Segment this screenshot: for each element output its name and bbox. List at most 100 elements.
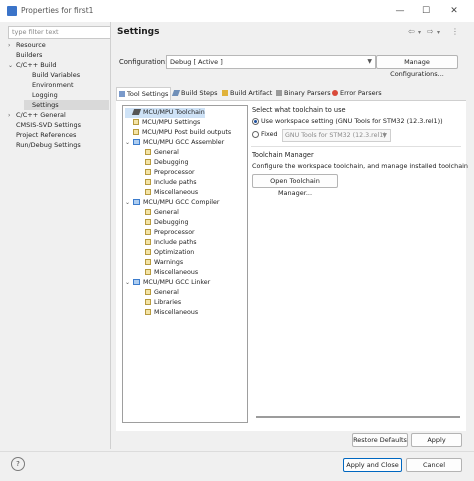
tool-tree-item-label: Miscellaneous	[154, 189, 199, 196]
tool-tree-item[interactable]: Debugging	[145, 158, 188, 168]
page-title: Settings	[117, 27, 160, 37]
tool-tree-item[interactable]: ⌄ MCU/MPU GCC Assembler	[125, 138, 224, 148]
option-page-icon	[145, 239, 151, 245]
tool-tree-item-label: Preprocessor	[154, 169, 195, 176]
tool-tree-item[interactable]: Optimization	[145, 248, 194, 258]
tool-settings-tree[interactable]: MCU/MPU Toolchain MCU/MPU Settings MCU/MPU…	[122, 105, 248, 423]
footer-divider	[0, 451, 474, 452]
tab-tool-settings[interactable]: Tool Settings	[116, 87, 172, 100]
horizontal-scrollbar[interactable]	[256, 416, 460, 418]
chevron-down-icon: ▼	[367, 58, 372, 65]
tree-item[interactable]: Environment	[24, 80, 109, 90]
tree-item-label: CMSIS-SVD Settings	[16, 121, 81, 129]
error-parsers-icon	[332, 90, 338, 96]
filter-input[interactable]: type filter text	[8, 26, 111, 39]
tool-tree-item[interactable]: MCU/MPU Toolchain	[125, 108, 205, 118]
tab-binary-parsers[interactable]: Binary Parsers	[274, 87, 333, 99]
tool-tree-item-label: MCU/MPU Toolchain	[143, 109, 205, 116]
tree-item[interactable]: Project References	[8, 130, 109, 140]
more-options-icon[interactable]: ⋮	[451, 27, 459, 36]
fixed-toolchain-radio[interactable]	[252, 131, 259, 138]
close-window-button[interactable]: ✕	[444, 4, 464, 18]
apply-and-close-button[interactable]: Apply and Close	[343, 458, 402, 472]
tool-tree-item[interactable]: General	[145, 208, 179, 218]
tool-tree-item[interactable]: Preprocessor	[145, 228, 195, 238]
apply-button[interactable]: Apply	[411, 433, 462, 447]
restore-defaults-button[interactable]: Restore Defaults	[352, 433, 408, 447]
property-page-tree: › Resource Builders ⌄ C/C++ Build Build Varia…	[8, 40, 109, 450]
maximize-button[interactable]: ☐	[416, 4, 436, 18]
fixed-toolchain-select[interactable]: GNU Tools for STM32 (12.3.rel1) ▼	[282, 129, 391, 142]
tree-item[interactable]: Run/Debug Settings	[8, 140, 109, 150]
tree-item[interactable]: › C/C++ General	[8, 110, 109, 120]
option-page-icon	[145, 209, 151, 215]
minimize-button[interactable]: —	[390, 4, 410, 18]
tab-build-artifact[interactable]: Build Artifact	[220, 87, 274, 99]
tree-item[interactable]: Build Variables	[24, 70, 109, 80]
toolchain-manager-description: Configure the workspace toolchain, and m…	[252, 162, 468, 170]
tree-item[interactable]: › Resource	[8, 40, 109, 50]
tab-build-steps[interactable]: Build Steps	[171, 87, 220, 99]
tool-tree-item-label: Debugging	[154, 219, 189, 226]
tool-tree-item-label: Optimization	[154, 249, 195, 256]
tool-tree-item[interactable]: MCU/MPU Post build outputs	[125, 128, 231, 138]
option-page-icon	[145, 149, 151, 155]
tree-item[interactable]: ⌄ C/C++ Build	[8, 60, 109, 70]
tool-tree-item[interactable]: MCU/MPU Settings	[125, 118, 200, 128]
forward-menu-icon[interactable]: ▾	[437, 29, 440, 36]
tool-tree-item-label: General	[154, 209, 179, 216]
tree-item-label: Resource	[16, 41, 46, 49]
build-artifact-icon	[222, 90, 228, 96]
tool-tree-item[interactable]: Warnings	[145, 258, 183, 268]
tree-item[interactable]: Logging	[24, 90, 109, 100]
tool-tree-item[interactable]: General	[145, 148, 179, 158]
chevron-down-icon: ▼	[382, 132, 387, 139]
option-page-icon	[145, 289, 151, 295]
option-page-icon	[145, 189, 151, 195]
tree-item[interactable]: Builders	[8, 50, 109, 60]
open-toolchain-manager-button[interactable]: Open Toolchain Manager...	[252, 174, 338, 197]
cancel-button[interactable]: Cancel	[406, 458, 462, 472]
chevron-down-icon[interactable]: ⌄	[125, 138, 133, 148]
settings-tabs: Tool Settings Build Steps Build Artifact…	[116, 87, 466, 100]
help-icon[interactable]: ?	[11, 457, 25, 471]
tool-tree-item-label: MCU/MPU Settings	[142, 119, 201, 126]
option-page-icon	[145, 159, 151, 165]
tool-tree-item[interactable]: Miscellaneous	[145, 308, 198, 318]
tool-tree-item[interactable]: Include paths	[145, 238, 197, 248]
chevron-down-icon[interactable]: ⌄	[125, 198, 133, 208]
option-page-icon	[133, 119, 139, 125]
workspace-toolchain-radio[interactable]	[252, 118, 259, 125]
tool-tree-item[interactable]: Miscellaneous	[145, 188, 198, 198]
tree-item[interactable]: Settings	[24, 100, 109, 110]
tool-tree-item[interactable]: Debugging	[145, 218, 188, 228]
configuration-select[interactable]: Debug [ Active ] ▼	[166, 55, 376, 69]
tab-error-parsers[interactable]: Error Parsers	[330, 87, 384, 99]
tool-tree-item[interactable]: Include paths	[145, 178, 197, 188]
toolchain-icon	[131, 109, 142, 115]
tool-tree-item-label: Preprocessor	[154, 229, 195, 236]
tool-tree-item[interactable]: Libraries	[145, 298, 181, 308]
tool-tree-item[interactable]: Miscellaneous	[145, 268, 198, 278]
tool-tree-item[interactable]: ⌄ MCU/MPU GCC Linker	[125, 278, 210, 288]
tool-tree-item[interactable]: ⌄ MCU/MPU GCC Compiler	[125, 198, 219, 208]
tool-folder-icon	[133, 199, 140, 205]
toolchain-manager-title: Toolchain Manager	[252, 151, 314, 159]
tree-item[interactable]: CMSIS-SVD Settings	[8, 120, 109, 130]
option-page-icon	[145, 259, 151, 265]
back-icon[interactable]: ⇦	[408, 27, 415, 36]
tool-tree-item-label: MCU/MPU GCC Linker	[143, 279, 211, 286]
manage-configurations-button[interactable]: Manage Configurations...	[376, 55, 458, 78]
option-page-icon	[145, 249, 151, 255]
tool-tree-item[interactable]: General	[145, 288, 179, 298]
tool-tree-item[interactable]: Preprocessor	[145, 168, 195, 178]
tree-item-label: Environment	[32, 81, 74, 89]
forward-icon[interactable]: ⇨	[427, 27, 434, 36]
option-page-icon	[145, 229, 151, 235]
back-menu-icon[interactable]: ▾	[418, 29, 421, 36]
chevron-down-icon[interactable]: ⌄	[125, 278, 133, 288]
workspace-toolchain-label: Use workspace setting (GNU Tools for STM…	[261, 117, 443, 125]
pane-divider[interactable]	[110, 22, 111, 449]
tree-item-label: Logging	[32, 91, 58, 99]
chevron-down-icon[interactable]: ⌄	[8, 61, 16, 71]
